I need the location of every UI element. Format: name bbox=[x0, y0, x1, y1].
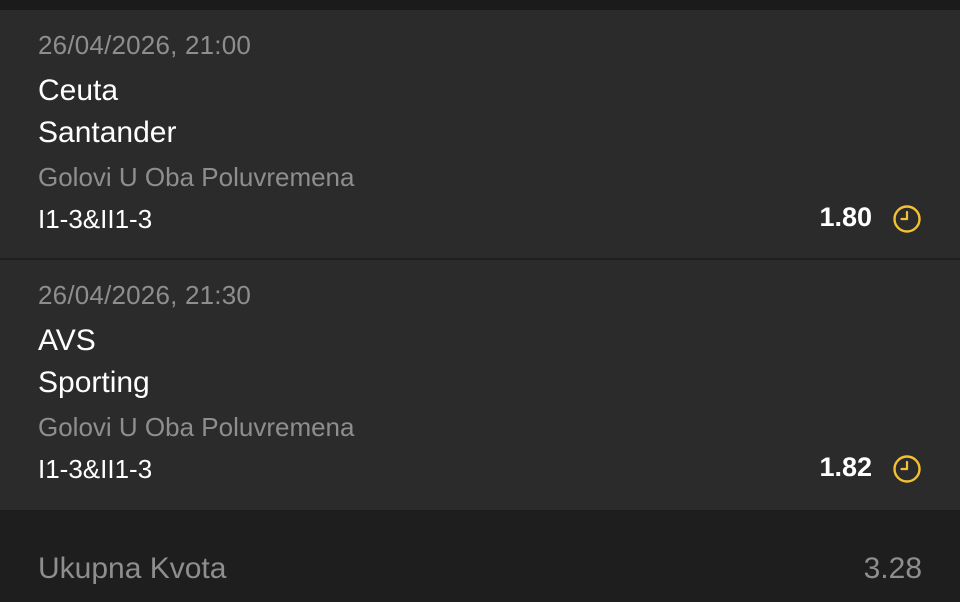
home-team: AVS bbox=[38, 324, 96, 357]
total-odds-row: Ukupna Kvota 3.28 bbox=[0, 514, 960, 602]
top-strip bbox=[0, 0, 960, 10]
match-datetime: 26/04/2026, 21:30 bbox=[38, 280, 252, 310]
bet-odds: 1.80 bbox=[819, 202, 872, 232]
home-team: Ceuta bbox=[38, 74, 119, 107]
bet-pick: I1-3&II1-3 bbox=[38, 454, 153, 484]
bet-market: Golovi U Oba Poluvremena bbox=[38, 162, 355, 192]
bet-market: Golovi U Oba Poluvremena bbox=[38, 412, 355, 442]
bet-odds: 1.82 bbox=[819, 452, 872, 482]
clock-icon bbox=[893, 455, 921, 483]
total-odds-label: Ukupna Kvota bbox=[38, 552, 227, 585]
bet-slip: 26/04/2026, 21:00 Ceuta Santander Golovi… bbox=[0, 0, 960, 602]
bet-pick: I1-3&II1-3 bbox=[38, 204, 153, 234]
away-team: Santander bbox=[38, 116, 177, 149]
away-team: Sporting bbox=[38, 366, 150, 399]
bet-card[interactable]: 26/04/2026, 21:30 AVS Sporting Golovi U … bbox=[0, 260, 960, 510]
total-odds-value: 3.28 bbox=[863, 552, 922, 585]
bet-card[interactable]: 26/04/2026, 21:00 Ceuta Santander Golovi… bbox=[0, 10, 960, 260]
match-datetime: 26/04/2026, 21:00 bbox=[38, 30, 252, 60]
clock-icon bbox=[893, 205, 921, 233]
